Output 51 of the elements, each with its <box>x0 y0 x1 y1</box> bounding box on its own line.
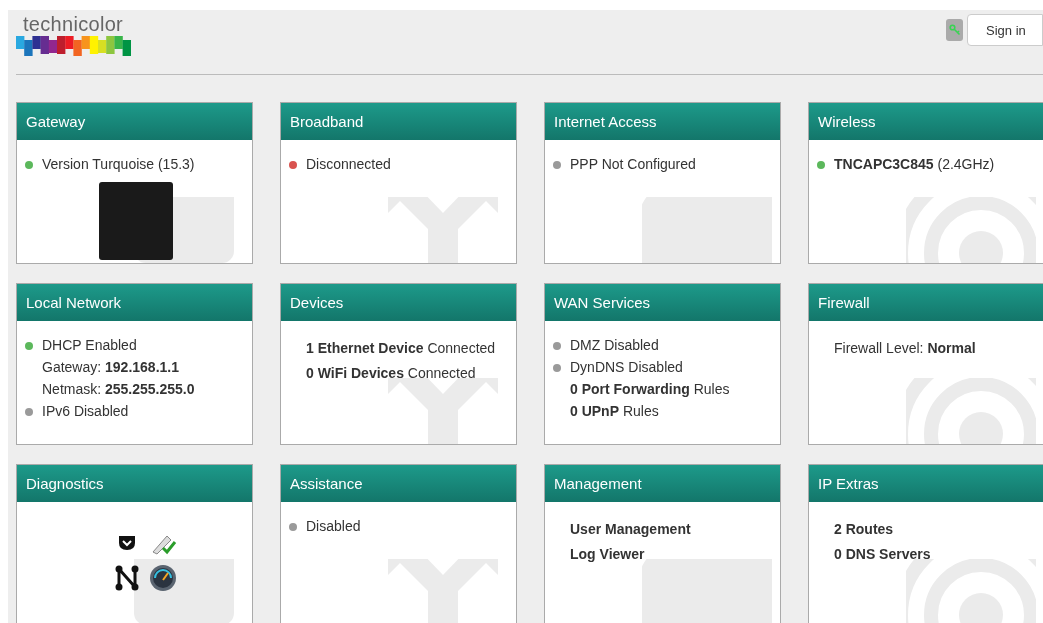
dashboard-card[interactable]: IP Extras 2 Routes 0 DNS Servers <box>808 464 1043 623</box>
card-header[interactable]: IP Extras <box>809 465 1043 502</box>
dashboard-card[interactable]: WAN Services DMZ Disabled DynDNS Disabled 0 Port Forwarding Rules 0 UPnP Rules <box>544 283 781 445</box>
dashboard-card[interactable]: Internet Access PPP Not Configured <box>544 102 781 264</box>
logo-text: technicolor <box>23 12 125 36</box>
status-text: Version Turquoise (15.3) <box>42 156 195 173</box>
status-text: Disconnected <box>306 156 391 173</box>
card-header[interactable]: Wireless <box>809 103 1043 140</box>
info-text: Firewall Level: Normal <box>834 340 976 357</box>
card-header[interactable]: Gateway <box>17 103 252 140</box>
card-header[interactable]: Assistance <box>281 465 516 502</box>
dashboard-card[interactable]: Broadband Disconnected <box>280 102 517 264</box>
dashboard-card[interactable]: Local Network DHCP Enabled Gateway: 192.168.1.1 Netmask: 255.255.255.0 IPv6 Disabled <box>16 283 253 445</box>
card-header[interactable]: Devices <box>281 284 516 321</box>
menu-link[interactable]: 0 DNS Servers <box>834 546 931 563</box>
card-header[interactable]: Broadband <box>281 103 516 140</box>
speedometer-icon <box>149 564 177 592</box>
card-header[interactable]: Internet Access <box>545 103 780 140</box>
status-text: PPP Not Configured <box>570 156 696 173</box>
detail-text: 0 UPnP Rules <box>570 403 659 420</box>
dashboard-card[interactable]: Wireless TNCAPC3C845 (2.4GHz) <box>808 102 1043 264</box>
detail-text: Gateway: 192.168.1.1 <box>42 359 179 376</box>
menu-link[interactable]: 2 Routes <box>834 521 894 538</box>
info-text: 1 Ethernet Device Connected <box>306 340 496 357</box>
network-nodes-icon <box>115 565 139 591</box>
status-text: DHCP Enabled <box>42 337 137 354</box>
status-text: DMZ Disabled <box>570 337 659 354</box>
key-icon[interactable] <box>946 19 963 41</box>
logo-stripes-icon <box>16 36 132 56</box>
card-header[interactable]: Management <box>545 465 780 502</box>
shield-icon <box>118 535 136 551</box>
sign-in-button[interactable]: Sign in <box>967 14 1043 46</box>
dashboard-card[interactable]: Diagnostics <box>16 464 253 623</box>
dashboard-card[interactable]: Devices 1 Ethernet Device Connected 0 WiFi Devices Connected <box>280 283 517 445</box>
info-text: 0 WiFi Devices Connected <box>306 365 476 382</box>
status-text: IPv6 Disabled <box>42 403 129 420</box>
status-text: Disabled <box>306 518 361 535</box>
menu-link[interactable]: User Management <box>570 521 691 538</box>
card-header[interactable]: Firewall <box>809 284 1043 321</box>
dashboard-card[interactable]: Management User Management Log Viewer <box>544 464 781 623</box>
detail-text: Netmask: 255.255.255.0 <box>42 381 195 398</box>
dashboard-card[interactable]: Gateway Version Turquoise (15.3) <box>16 102 253 264</box>
card-header[interactable]: Local Network <box>17 284 252 321</box>
dashboard-card[interactable]: Assistance Disabled <box>280 464 517 623</box>
status-text: TNCAPC3C845 (2.4GHz) <box>834 156 995 173</box>
card-header[interactable]: WAN Services <box>545 284 780 321</box>
dashboard-card[interactable]: Firewall Firewall Level: Normal <box>808 283 1043 445</box>
detail-text: 0 Port Forwarding Rules <box>570 381 730 398</box>
card-header[interactable]: Diagnostics <box>17 465 252 502</box>
menu-link[interactable]: Log Viewer <box>570 546 645 563</box>
status-text: DynDNS Disabled <box>570 359 683 376</box>
